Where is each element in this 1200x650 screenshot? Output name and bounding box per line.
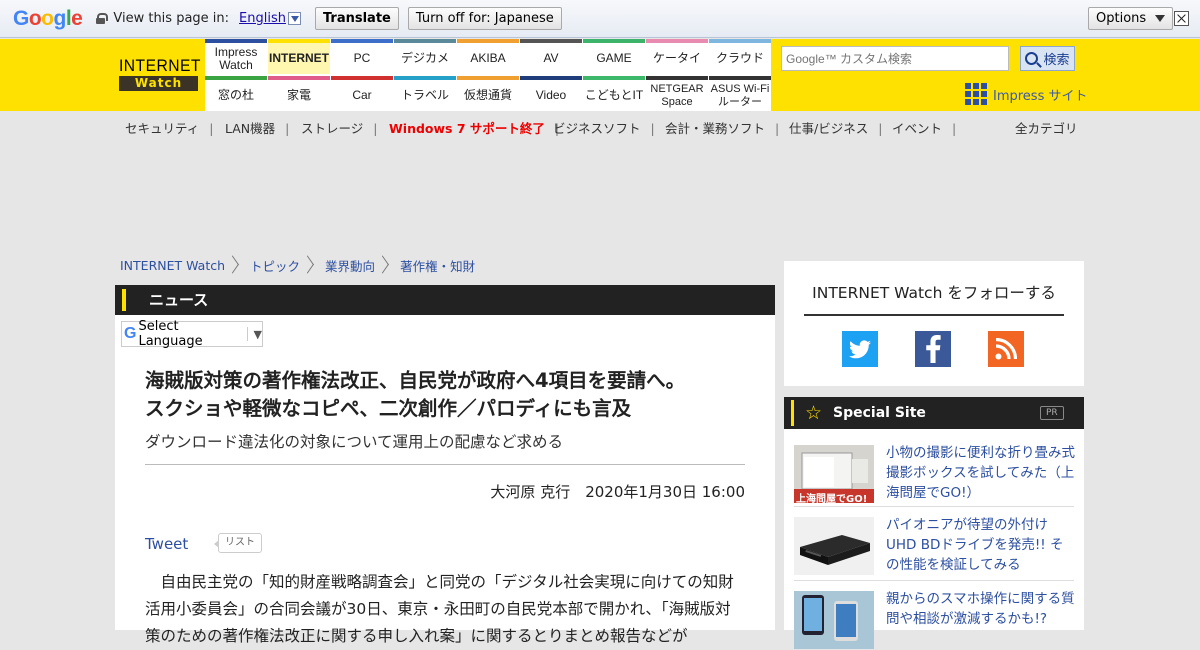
breadcrumb-item[interactable]: INTERNET Watch bbox=[120, 258, 225, 273]
nav-netgear-space[interactable]: NETGEAR Space bbox=[646, 76, 708, 111]
options-button[interactable]: Options bbox=[1088, 7, 1174, 30]
close-icon[interactable] bbox=[1174, 11, 1189, 26]
twitter-button[interactable] bbox=[842, 331, 878, 367]
translate-bar: Google View this page in: English Transl… bbox=[0, 0, 1200, 38]
lock-icon bbox=[96, 13, 109, 24]
facebook-button[interactable] bbox=[915, 331, 951, 367]
nav-dejikame[interactable]: デジカメ bbox=[394, 39, 456, 74]
category-item-windows7[interactable]: Windows 7 サポート終了 | bbox=[389, 118, 559, 137]
site-nav-grid: Impress Watch INTERNET PC デジカメ AKIBA AV … bbox=[205, 39, 771, 111]
thumbnail-caption: 上海問屋でGO! bbox=[796, 494, 868, 503]
twitter-icon bbox=[849, 339, 871, 358]
category-item-lan[interactable]: LAN機器 | bbox=[225, 118, 289, 137]
all-categories-link[interactable]: 全カテゴリ bbox=[1015, 118, 1078, 137]
special-item[interactable]: 上海問屋でGO! 小物の撮影に便利な折り畳み式撮影ボックスを試してみた（上海問屋… bbox=[794, 441, 1075, 507]
breadcrumb: INTERNET Watch トピック 業界動向 著作権・知財 bbox=[120, 254, 475, 276]
article-byline: 大河原 克行 2020年1月30日 16:00 bbox=[490, 483, 745, 501]
special-item[interactable]: パイオニアが待望の外付けUHD BDドライブを発売!! その性能を検証してみる bbox=[794, 513, 1074, 581]
section-header: ニュース bbox=[115, 285, 775, 315]
chevron-right-icon bbox=[381, 254, 391, 276]
chevron-down-icon[interactable] bbox=[287, 12, 301, 25]
category-item-accounting[interactable]: 会計・業務ソフト | bbox=[665, 118, 779, 137]
nav-kasou-tsuuka[interactable]: 仮想通貨 bbox=[457, 76, 519, 111]
nav-video[interactable]: Video bbox=[520, 76, 582, 111]
special-site-header: ☆ Special Site PR bbox=[784, 397, 1084, 429]
turn-off-button[interactable]: Turn off for: Japanese bbox=[407, 7, 562, 30]
nav-impress-watch[interactable]: Impress Watch bbox=[205, 39, 267, 74]
chevron-right-icon bbox=[231, 254, 241, 276]
nav-keitai[interactable]: ケータイ bbox=[646, 39, 708, 74]
rss-button[interactable] bbox=[988, 331, 1024, 367]
star-icon: ☆ bbox=[805, 402, 823, 424]
nav-game[interactable]: GAME bbox=[583, 39, 645, 74]
list-button[interactable]: リスト bbox=[214, 533, 262, 553]
search-icon bbox=[1025, 52, 1039, 65]
special-site-title: Special Site bbox=[833, 405, 926, 421]
pr-badge: PR bbox=[1040, 406, 1064, 420]
google-logo: Google bbox=[13, 6, 83, 30]
headline-line: スクショや軽微なコピペ、二次創作／パロディにも言及 bbox=[145, 397, 632, 420]
nav-asus-router[interactable]: ASUS Wi-Fiルーター bbox=[709, 76, 771, 111]
nav-kodomo-to-it[interactable]: こどもとIT bbox=[583, 76, 645, 111]
special-item-thumbnail bbox=[794, 591, 874, 649]
special-item-text: パイオニアが待望の外付けUHD BDドライブを発売!! その性能を検証してみる bbox=[886, 517, 1064, 573]
nav-madonomori[interactable]: 窓の杜 bbox=[205, 76, 267, 111]
site-header: INTERNET Watch Impress Watch INTERNET PC… bbox=[0, 39, 1200, 111]
logo-text-watch: Watch bbox=[119, 76, 198, 91]
dropdown-arrow-icon bbox=[1155, 15, 1166, 22]
breadcrumb-item[interactable]: 著作権・知財 bbox=[400, 256, 475, 275]
special-site-box: ☆ Special Site PR 上海問屋でGO! 小物の撮影に便利な折り畳み… bbox=[784, 397, 1084, 649]
rss-icon bbox=[995, 338, 1017, 360]
breadcrumb-item[interactable]: 業界動向 bbox=[325, 256, 375, 275]
view-page-label: View this page in: bbox=[113, 11, 230, 26]
nav-cloud[interactable]: クラウド bbox=[709, 39, 771, 74]
chevron-right-icon bbox=[306, 254, 316, 276]
nav-car[interactable]: Car bbox=[331, 76, 393, 111]
page-title: 海賊版対策の著作権法改正、自民党が政府へ4項目を要請へ。 スクショや軽微なコピペ… bbox=[145, 367, 745, 423]
nav-travel[interactable]: トラベル bbox=[394, 76, 456, 111]
breadcrumb-item[interactable]: トピック bbox=[250, 256, 300, 275]
language-link[interactable]: English bbox=[239, 11, 286, 26]
category-item-storage[interactable]: ストレージ | bbox=[301, 118, 377, 137]
language-select-label: Select Language bbox=[138, 319, 203, 349]
facebook-icon bbox=[926, 335, 941, 363]
category-item-work[interactable]: 仕事/ビジネス | bbox=[789, 118, 882, 137]
special-item-thumbnail: 上海問屋でGO! bbox=[794, 445, 874, 503]
category-item-security[interactable]: セキュリティ | bbox=[125, 118, 213, 137]
search-button[interactable]: 検索 bbox=[1020, 46, 1075, 71]
nav-akiba[interactable]: AKIBA bbox=[457, 39, 519, 74]
chevron-down-icon: ▼ bbox=[253, 327, 262, 341]
nav-av[interactable]: AV bbox=[520, 39, 582, 74]
special-item-text: 親からのスマホ操作に関する質問や相談が激減するかも!? bbox=[886, 591, 1075, 627]
special-item-text: 小物の撮影に便利な折り畳み式撮影ボックスを試してみた（上海問屋でGO!） bbox=[886, 445, 1075, 501]
article-subtitle: ダウンロード違法化の対象について運用上の配慮など求める bbox=[145, 433, 564, 451]
google-g-icon: G bbox=[124, 325, 137, 342]
search-input[interactable] bbox=[781, 46, 1009, 71]
article-main: ニュース G Select Language ▼ 海賊版対策の著作権法改正、自民… bbox=[115, 285, 775, 645]
logo-text-internet: INTERNET bbox=[119, 56, 201, 75]
headline-line: 海賊版対策の著作権法改正、自民党が政府へ4項目を要請へ。 bbox=[145, 369, 686, 392]
site-logo[interactable]: INTERNET Watch bbox=[119, 56, 201, 95]
special-item-thumbnail bbox=[794, 517, 874, 575]
category-item-event[interactable]: イベント | bbox=[892, 118, 956, 137]
follow-box: INTERNET Watch をフォローする bbox=[784, 261, 1084, 386]
article-body: 自由民主党の「知的財産戦略調査会」と同党の「デジタル社会実現に向けての知財活用小… bbox=[145, 573, 734, 645]
options-label: Options bbox=[1096, 11, 1147, 26]
category-nav: セキュリティ | LAN機器 | ストレージ | Windows 7 サポート終了 | … bbox=[0, 111, 1200, 141]
impress-site-link[interactable]: Impress サイト bbox=[965, 83, 1088, 105]
follow-title: INTERNET Watch をフォローする bbox=[804, 281, 1064, 316]
nav-kaden[interactable]: 家電 bbox=[268, 76, 330, 111]
tweet-button[interactable]: Tweet bbox=[145, 535, 188, 553]
search-button-label: 検索 bbox=[1043, 53, 1070, 68]
language-select[interactable]: G Select Language ▼ bbox=[121, 319, 263, 349]
nav-pc[interactable]: PC bbox=[331, 39, 393, 74]
impress-site-label: Impress サイト bbox=[993, 88, 1088, 104]
category-item-business-soft[interactable]: ビジネスソフト | bbox=[553, 118, 655, 137]
divider bbox=[145, 464, 745, 465]
nav-internet[interactable]: INTERNET bbox=[268, 39, 330, 74]
grid-icon bbox=[965, 83, 987, 105]
translate-button[interactable]: Translate bbox=[314, 7, 399, 30]
